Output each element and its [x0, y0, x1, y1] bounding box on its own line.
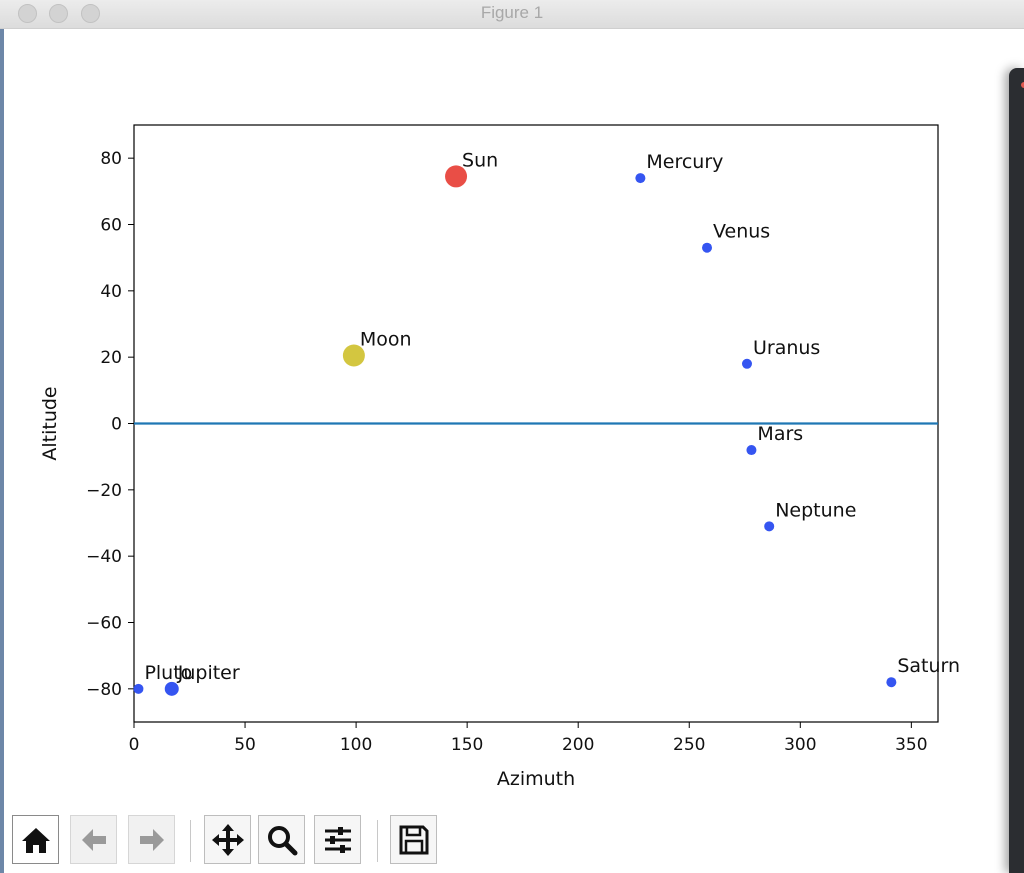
- figure-window: Figure 1 0 50 100 150 200 250 300 350 80 60 40 20 0−…: [0, 0, 1024, 873]
- data-point-neptune: [764, 521, 775, 532]
- y-tick-label: 40: [100, 282, 122, 302]
- data-point-mars: [746, 445, 757, 456]
- home-button[interactable]: [12, 815, 59, 864]
- point-label-moon: Moon: [360, 329, 412, 351]
- y-tick-label: 0: [111, 415, 122, 435]
- point-label-venus: Venus: [713, 221, 770, 243]
- zoom-button[interactable]: [258, 815, 305, 864]
- y-tick-label: 60: [100, 216, 122, 236]
- y-axis-label: Altitude: [39, 386, 61, 460]
- magnifier-icon: [267, 825, 297, 855]
- x-tick-label: 150: [451, 735, 483, 755]
- y-tick-label: 80: [100, 149, 122, 169]
- point-label-saturn: Saturn: [897, 655, 960, 677]
- data-point-jupiter: [164, 681, 179, 696]
- floppy-disk-icon: [399, 825, 428, 854]
- window-title: Figure 1: [480, 3, 544, 22]
- arrow-right-icon: [139, 828, 164, 851]
- toolbar-separator: [190, 820, 191, 862]
- data-point-pluto: [133, 683, 144, 694]
- x-axis-label: Azimuth: [497, 768, 575, 790]
- data-point-venus: [702, 242, 713, 253]
- subplots-button[interactable]: [314, 815, 361, 864]
- back-button[interactable]: [70, 815, 117, 864]
- arrow-left-icon: [81, 828, 106, 851]
- point-label-jupiter: Jupiter: [177, 662, 240, 684]
- scatter-chart: 0 50 100 150 200 250 300 350806040200−20−40−60−…: [39, 124, 960, 790]
- pan-button[interactable]: [204, 815, 251, 864]
- y-tick-label: −40: [86, 547, 122, 567]
- x-tick-label: 100: [340, 735, 372, 755]
- x-tick-label: 200: [562, 735, 594, 755]
- data-point-saturn: [886, 677, 897, 688]
- x-tick-label: 50: [234, 735, 256, 755]
- sliders-icon: [324, 826, 351, 853]
- title-bar[interactable]: Figure 1: [0, 0, 1024, 29]
- y-tick-label: −60: [86, 614, 122, 634]
- y-tick-label: −20: [86, 481, 122, 501]
- home-icon: [21, 827, 50, 853]
- forward-button[interactable]: [128, 815, 175, 864]
- x-tick-label: 300: [784, 735, 816, 755]
- toolbar-separator: [377, 820, 378, 862]
- plot-area: 0 50 100 150 200 250 300 350806040200−20−40−60−…: [39, 124, 960, 790]
- point-label-uranus: Uranus: [753, 337, 820, 359]
- x-tick-label: 350: [895, 735, 927, 755]
- point-label-mercury: Mercury: [646, 151, 723, 173]
- x-tick-label: 0: [129, 735, 140, 755]
- data-point-uranus: [741, 358, 752, 369]
- background-window[interactable]: [1009, 68, 1024, 873]
- point-label-neptune: Neptune: [775, 499, 856, 521]
- y-tick-label: −80: [86, 680, 122, 700]
- navigation-toolbar: [0, 812, 1000, 868]
- save-button[interactable]: [390, 815, 437, 864]
- data-point-mercury: [635, 173, 646, 184]
- y-tick-label: 20: [100, 348, 122, 368]
- move-icon: [211, 823, 244, 856]
- point-label-sun: Sun: [462, 149, 498, 171]
- x-tick-label: 250: [673, 735, 705, 755]
- point-label-mars: Mars: [757, 423, 803, 445]
